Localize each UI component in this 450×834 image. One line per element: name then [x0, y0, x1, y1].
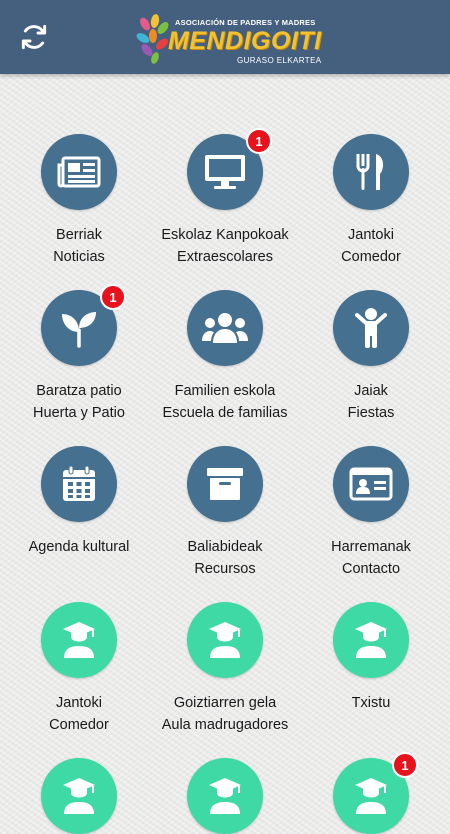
tile-circle — [333, 290, 409, 366]
tile-txistu[interactable]: Txistu — [296, 602, 446, 714]
tile-circle — [41, 446, 117, 522]
tile-label: Baliabideak Recursos — [187, 539, 263, 577]
id-card-icon — [349, 467, 393, 501]
tile-circle — [41, 602, 117, 678]
calendar-icon — [63, 465, 95, 501]
tile-circle — [333, 446, 409, 522]
tile-eskolaz-kanpokoak[interactable]: 1 Eskolaz Kanpokoak Extraescolares — [150, 128, 300, 268]
tile-jantoki-teal[interactable]: Jantoki Comedor — [4, 602, 154, 736]
app-logo: ASOCIACIÓN DE PADRES Y MADRES MENDIGOITI… — [135, 14, 322, 70]
tile-circle: 1 — [187, 128, 272, 210]
logo-main-text: MENDIGOITI — [168, 27, 322, 55]
graduate-icon — [355, 778, 387, 814]
tile-jaiak[interactable]: Jaiak Fiestas — [296, 290, 446, 424]
tile-agenda-kultural[interactable]: Agenda kultural — [4, 446, 154, 558]
tile-circle — [41, 134, 117, 210]
tile-label: Txistu — [351, 695, 391, 711]
refresh-button[interactable] — [15, 18, 53, 56]
fork-knife-icon — [356, 154, 384, 190]
tile-label: Eskolaz Kanpokoak Extraescolares — [161, 227, 289, 265]
tile-berriak[interactable]: Berriak Noticias — [4, 134, 154, 268]
tile-label: Jantoki Comedor — [49, 695, 109, 733]
notification-badge: 1 — [392, 752, 418, 778]
graduate-icon — [63, 622, 95, 658]
tile-label: Jaiak Fiestas — [347, 383, 395, 421]
notification-badge: 1 — [100, 284, 126, 310]
tile-circle: 1 — [333, 752, 418, 834]
tile-label: Harremanak Contacto — [331, 539, 411, 577]
child-icon — [355, 308, 387, 348]
archive-box-icon — [207, 468, 243, 500]
tile-circle: 1 — [41, 284, 126, 366]
tile-jantoki[interactable]: Jantoki Comedor — [296, 134, 446, 268]
tile-label: Berriak Noticias — [53, 227, 105, 265]
tile-label: Goiztiarren gela Aula madrugadores — [161, 695, 289, 733]
notification-badge: 1 — [246, 128, 272, 154]
tile-label: Baratza patio Huerta y Patio — [33, 383, 125, 421]
tile-circle — [333, 602, 409, 678]
tile-circle — [187, 758, 263, 834]
group-icon — [202, 313, 248, 343]
logo-top-text: ASOCIACIÓN DE PADRES Y MADRES — [175, 18, 316, 27]
newspaper-icon — [57, 156, 101, 188]
tile-row5-middle[interactable] — [150, 758, 300, 834]
tile-label: Jantoki Comedor — [341, 227, 401, 265]
tile-familien-eskola[interactable]: Familien eskola Escuela de familias — [150, 290, 300, 424]
app-header: ASOCIACIÓN DE PADRES Y MADRES MENDIGOITI… — [0, 0, 450, 74]
tile-circle — [187, 446, 263, 522]
tile-circle — [187, 602, 263, 678]
tile-circle — [187, 290, 263, 366]
tile-harremanak[interactable]: Harremanak Contacto — [296, 446, 446, 580]
graduate-icon — [209, 778, 241, 814]
tile-label: Familien eskola Escuela de familias — [162, 383, 288, 421]
tile-baliabideak[interactable]: Baliabideak Recursos — [150, 446, 300, 580]
logo-sub-text: GURASO ELKARTEA — [237, 56, 322, 65]
monitor-icon — [205, 155, 245, 189]
graduate-icon — [63, 778, 95, 814]
tile-label: Agenda kultural — [28, 539, 130, 555]
graduate-icon — [355, 622, 387, 658]
tile-baratza[interactable]: 1 Baratza patio Huerta y Patio — [4, 284, 154, 424]
tile-circle — [333, 134, 409, 210]
tile-row5-left[interactable] — [4, 758, 154, 834]
refresh-icon — [21, 24, 47, 50]
tile-goiztiarren-gela[interactable]: Goiztiarren gela Aula madrugadores — [150, 602, 300, 736]
graduate-icon — [209, 622, 241, 658]
tile-row5-right[interactable]: 1 — [296, 752, 446, 834]
tile-circle — [41, 758, 117, 834]
sprout-icon — [62, 312, 96, 348]
